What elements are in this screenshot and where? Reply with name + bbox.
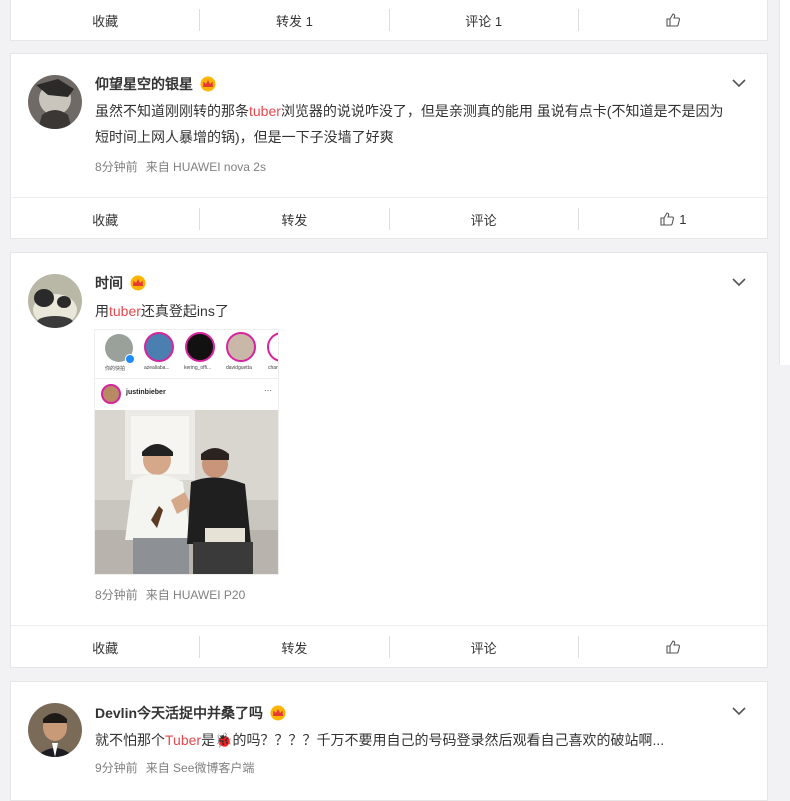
photo xyxy=(95,410,278,574)
repost-label: 转发 1 xyxy=(275,13,313,29)
post-text-part1: 虽然不知道刚刚转的那条 xyxy=(95,103,249,119)
weibo-card-1: 仰望星空的银星 虽然不知道刚刚转的那条tuber浏览器的说说咋没了，但是亲测真的… xyxy=(10,53,768,239)
avatar[interactable] xyxy=(28,274,82,328)
story-avatar xyxy=(185,332,215,362)
crown-badge-icon xyxy=(200,76,216,92)
user-name-text: 仰望星空的银星 xyxy=(95,76,193,92)
post-text-part2: 还真登起ins了 xyxy=(140,303,229,319)
post-meta: 9分钟前 来自 See微博客户端 xyxy=(95,759,254,776)
avatar[interactable] xyxy=(28,75,82,129)
post-meta: 8分钟前 来自 HUAWEI nova 2s xyxy=(95,158,266,175)
post-text-part2: 是🐞的吗？？？？千万不要用自己的号码登录然后观看自己喜欢的破站啊... xyxy=(201,732,665,748)
weibo-card-2: 时间 用tuber还真登起ins了 你的快拍 azealiaba... keri… xyxy=(10,252,768,668)
favorite-label: 收藏 xyxy=(92,640,119,656)
repost-label: 转发 xyxy=(281,212,308,228)
chevron-down-icon[interactable] xyxy=(731,75,747,91)
post-text: 就不怕那个Tuber是🐞的吗？？？？千万不要用自己的号码登录然后观看自己喜欢的破… xyxy=(95,727,737,753)
favorite-label: 收藏 xyxy=(92,212,119,228)
repost-button[interactable]: 转发 1 xyxy=(200,9,390,31)
favorite-button[interactable]: 收藏 xyxy=(11,208,201,230)
crown-badge-icon xyxy=(130,275,146,291)
poster-avatar xyxy=(101,384,121,404)
user-name[interactable]: Devlin今天活捉中并桑了吗 xyxy=(95,703,287,723)
user-name-text: 时间 xyxy=(95,275,123,291)
user-name[interactable]: 仰望星空的银星 xyxy=(95,74,217,94)
post-source: 来自 HUAWEI P20 xyxy=(145,588,246,602)
story-avatar xyxy=(226,332,256,362)
story-label: azealiaba... xyxy=(144,365,170,371)
thumbs-up-icon xyxy=(660,212,675,226)
post-time[interactable]: 8分钟前 xyxy=(95,588,138,602)
post-text-part1: 用 xyxy=(95,303,109,319)
story-label: davidguetta xyxy=(226,365,252,371)
chevron-down-icon[interactable] xyxy=(731,274,747,290)
keyword-link[interactable]: tuber xyxy=(109,303,141,319)
add-story-icon xyxy=(125,354,135,364)
keyword-link[interactable]: Tuber xyxy=(165,732,201,748)
thumbs-up-icon xyxy=(666,13,680,27)
repost-label: 转发 xyxy=(281,640,308,656)
favorite-label: 收藏 xyxy=(92,13,119,29)
post-image[interactable]: 你的快拍 azealiaba... kering_offi... davidgu… xyxy=(94,329,279,575)
favorite-button[interactable]: 收藏 xyxy=(11,636,201,658)
chevron-down-icon[interactable] xyxy=(731,703,747,719)
post-text: 用tuber还真登起ins了 xyxy=(95,298,737,324)
post-header: justinbieber ··· xyxy=(95,378,278,411)
user-name[interactable]: 时间 xyxy=(95,273,147,293)
story-label: kering_offi... xyxy=(184,365,212,371)
stories-row: 你的快拍 azealiaba... kering_offi... davidgu… xyxy=(95,330,279,376)
like-count: 1 xyxy=(679,211,687,227)
comment-label: 评论 1 xyxy=(465,13,503,29)
thumbs-up-icon xyxy=(666,640,680,654)
crown-badge-icon xyxy=(270,705,286,721)
post-source: 来自 See微博客户端 xyxy=(145,761,255,775)
action-bar: 收藏 转发 评论 xyxy=(11,625,767,668)
comment-button[interactable]: 评论 xyxy=(390,636,579,658)
avatar-image xyxy=(28,703,82,757)
story-label: chan xyxy=(268,365,279,371)
keyword-link[interactable]: tuber xyxy=(249,103,281,119)
poster-username: justinbieber xyxy=(126,389,166,396)
like-button[interactable] xyxy=(579,9,767,31)
weibo-card-3: Devlin今天活捉中并桑了吗 就不怕那个Tuber是🐞的吗？？？？千万不要用自… xyxy=(10,681,768,801)
post-text-part1: 就不怕那个 xyxy=(95,732,165,748)
post-time[interactable]: 8分钟前 xyxy=(95,160,138,174)
post-time[interactable]: 9分钟前 xyxy=(95,761,138,775)
comment-button[interactable]: 评论 1 xyxy=(390,9,579,31)
post-source: 来自 HUAWEI nova 2s xyxy=(145,160,266,174)
more-icon: ··· xyxy=(264,386,272,395)
like-button[interactable] xyxy=(579,636,767,658)
comment-label: 评论 xyxy=(470,212,497,228)
repost-button[interactable]: 转发 xyxy=(200,208,390,230)
avatar-image xyxy=(28,274,82,328)
repost-button[interactable]: 转发 xyxy=(200,636,390,658)
comment-button[interactable]: 评论 xyxy=(390,208,579,230)
avatar-image xyxy=(28,75,82,129)
comment-label: 评论 xyxy=(470,640,497,656)
weibo-card-0: 收藏 转发 1 评论 1 xyxy=(10,0,768,41)
avatar[interactable] xyxy=(28,703,82,757)
post-meta: 8分钟前 来自 HUAWEI P20 xyxy=(95,586,245,603)
favorite-button[interactable]: 收藏 xyxy=(11,9,201,31)
right-panel-edge xyxy=(779,0,790,365)
post-text: 虽然不知道刚刚转的那条tuber浏览器的说说咋没了，但是亲测真的能用 虽说有点卡… xyxy=(95,98,737,150)
like-button[interactable]: 1 xyxy=(579,208,767,230)
story-avatar xyxy=(144,332,174,362)
story-label: 你的快拍 xyxy=(105,366,126,372)
user-name-text: Devlin今天活捉中并桑了吗 xyxy=(95,705,264,721)
story-avatar xyxy=(267,332,278,362)
action-bar: 收藏 转发 1 评论 1 xyxy=(11,0,767,41)
action-bar: 收藏 转发 评论 1 xyxy=(11,197,767,240)
